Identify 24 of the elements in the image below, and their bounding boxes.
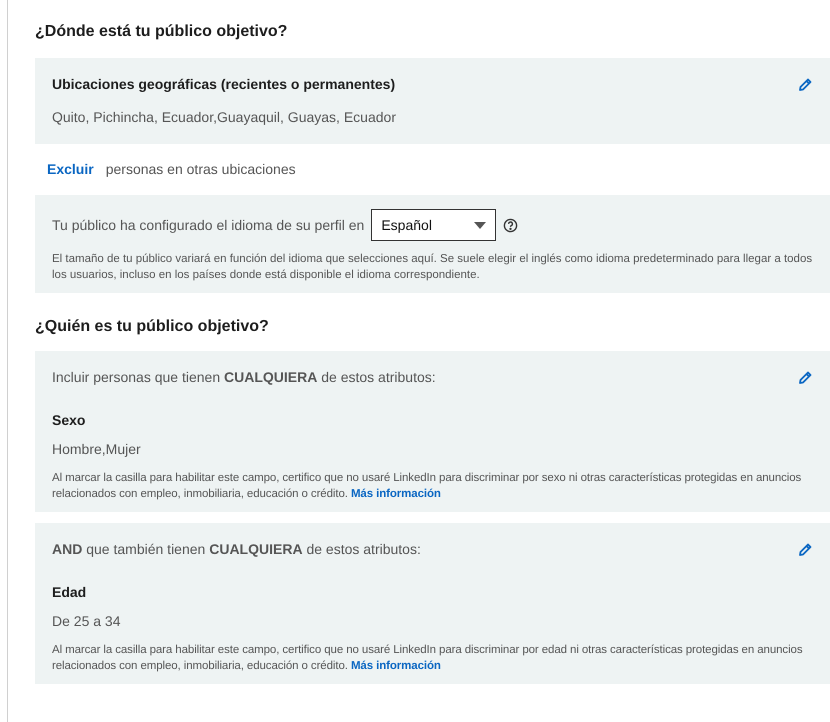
- panel-intro: AND que también tienen CUALQUIERA de estos atributos:: [52, 540, 421, 559]
- more-info-link[interactable]: Más información: [350, 488, 441, 500]
- panel-title: Ubicaciones geográficas (recientes o permanentes): [52, 75, 396, 94]
- attribute-value: Hombre,Mujer: [52, 440, 142, 459]
- language-label: Tu público ha configurado el idioma de su perfil en: [52, 216, 364, 235]
- pencil-icon[interactable]: [797, 370, 813, 386]
- language-select[interactable]: Español: [371, 209, 496, 241]
- caret-icon: [474, 222, 486, 228]
- help-icon[interactable]: [503, 218, 518, 232]
- section-heading: ¿Dónde está tu público objetivo?: [35, 22, 288, 42]
- section-heading: ¿Quién es tu público objetivo?: [35, 317, 270, 337]
- disclaimer-text: Al marcar la casilla para habilitar este campo, certifico que no usaré LinkedIn para discriminar por sexo ni otras características protegidas en anuncios relacionados con empleo, inmobiliaria, educación o crédito. Más información: [52, 471, 802, 502]
- pencil-icon[interactable]: [797, 76, 813, 92]
- disclaimer-text: Al marcar la casilla para habilitar este campo, certifico que no usaré LinkedIn para discriminar por edad ni otras características protegidas en anuncios relacionados con empleo, inmobiliaria, educación o crédito. Más información: [52, 643, 804, 674]
- exclude-link[interactable]: Excluir: [47, 159, 94, 180]
- attribute-name: Edad: [52, 583, 88, 602]
- help-text: El tamaño de tu público variará en función del idioma que selecciones aquí. Se suele elegir el inglés como idioma predeterminado para llegar a todos los usuarios, incluso en los países donde está disponible el idioma correspondiente.: [52, 252, 813, 283]
- panel-intro: Incluir personas que tienen CUALQUIERA de estos atributos:: [52, 368, 436, 387]
- more-info-link[interactable]: Más información: [350, 660, 441, 672]
- attribute-value: De 25 a 34: [52, 612, 122, 631]
- pencil-icon[interactable]: [797, 542, 813, 558]
- exclude-text: personas en otras ubicaciones: [106, 160, 296, 179]
- attribute-name: Sexo: [52, 411, 86, 430]
- location-list: Quito, Pichincha, Ecuador,Guayaquil, Guayas, Ecuador: [52, 107, 813, 128]
